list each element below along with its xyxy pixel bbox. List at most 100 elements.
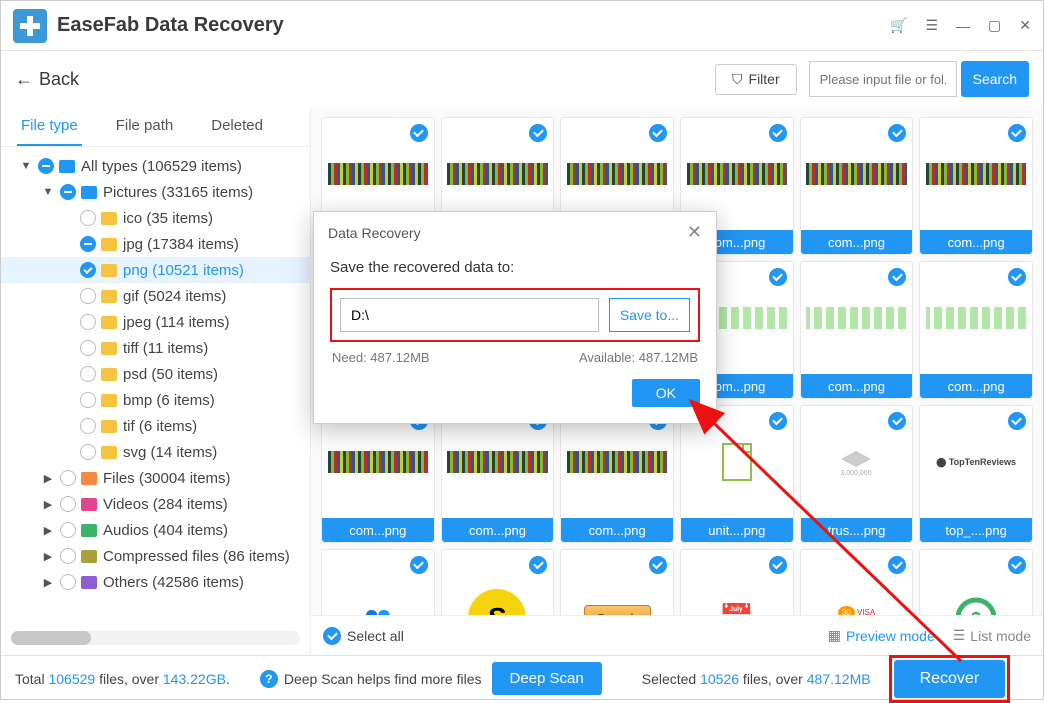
destination-row-highlight: Save to... — [330, 288, 700, 342]
thumbnail-item[interactable]: $ — [919, 549, 1033, 615]
checkbox-icon[interactable] — [60, 470, 76, 486]
folder-icon — [101, 264, 117, 277]
thumbnail-item[interactable]: 📅 — [680, 549, 794, 615]
tree-row-gif[interactable]: gif (5024 items) — [1, 283, 310, 309]
tree-row-pictures[interactable]: ▼Pictures (33165 items) — [1, 179, 310, 205]
thumbnail-item[interactable]: com...png — [321, 405, 435, 543]
preview-mode-button[interactable]: ▦Preview mode — [828, 627, 935, 644]
thumbnail-item[interactable]: ⬤ TopTenReviewstop_....png — [919, 405, 1033, 543]
destination-input[interactable] — [340, 298, 599, 332]
folder-icon — [101, 368, 117, 381]
status-bar: Total 106529 files, over 143.22GB. ? Dee… — [1, 655, 1043, 701]
checkbox-icon[interactable] — [80, 392, 96, 408]
checkbox-icon[interactable] — [80, 236, 96, 252]
search-input[interactable] — [809, 61, 957, 97]
checkbox-icon[interactable] — [80, 262, 96, 278]
tree-row-tiff[interactable]: tiff (11 items) — [1, 335, 310, 361]
tree-row-tif[interactable]: tif (6 items) — [1, 413, 310, 439]
tree-row-ico[interactable]: ico (35 items) — [1, 205, 310, 231]
check-icon[interactable] — [410, 124, 428, 142]
save-dialog: Data Recovery ✕ Save the recovered data … — [313, 211, 717, 424]
check-icon[interactable] — [649, 556, 667, 574]
tree-row-compressed[interactable]: ▶Compressed files (86 items) — [1, 543, 310, 569]
checkbox-icon[interactable] — [80, 288, 96, 304]
back-arrow-icon: ← — [15, 69, 33, 90]
list-icon[interactable]: ☰ — [925, 17, 938, 34]
check-icon[interactable] — [769, 124, 787, 142]
tree-row-png[interactable]: png (10521 items) — [1, 257, 310, 283]
select-all-toggle[interactable]: Select all — [323, 627, 404, 645]
checkbox-icon[interactable] — [38, 158, 54, 174]
thumbnail-item[interactable]: 👥 — [321, 549, 435, 615]
tab-file-type[interactable]: File type — [17, 107, 82, 146]
tree-row-svg[interactable]: svg (14 items) — [1, 439, 310, 465]
checkbox-icon[interactable] — [60, 574, 76, 590]
app-logo — [13, 9, 47, 43]
tab-file-path[interactable]: File path — [112, 107, 178, 146]
cart-icon[interactable]: 🛒 — [890, 17, 907, 34]
checkbox-icon[interactable] — [80, 340, 96, 356]
thumbnail-item[interactable]: S — [441, 549, 555, 615]
dialog-close-icon[interactable]: ✕ — [687, 222, 702, 243]
thumbnail-item[interactable]: com...png — [919, 261, 1033, 399]
checkbox-icon[interactable] — [80, 210, 96, 226]
list-mode-button[interactable]: ☰List mode — [953, 627, 1031, 644]
thumbnail-item[interactable]: Search — [560, 549, 674, 615]
check-icon[interactable] — [410, 556, 428, 574]
tree-row-psd[interactable]: psd (50 items) — [1, 361, 310, 387]
dialog-title: Data Recovery — [328, 225, 421, 241]
checkbox-icon[interactable] — [60, 548, 76, 564]
folder-icon — [81, 186, 97, 199]
minimize-icon[interactable]: — — [956, 18, 970, 34]
folder-icon — [101, 342, 117, 355]
folder-icon — [101, 290, 117, 303]
check-icon[interactable] — [1008, 268, 1026, 286]
check-icon[interactable] — [769, 268, 787, 286]
close-icon[interactable]: ✕ — [1019, 17, 1031, 34]
thumbnail-item[interactable]: 30 VISASECURED — [800, 549, 914, 615]
tree-row-jpeg[interactable]: jpeg (114 items) — [1, 309, 310, 335]
check-icon[interactable] — [1008, 124, 1026, 142]
back-button[interactable]: ← Back — [15, 69, 79, 90]
check-icon[interactable] — [769, 412, 787, 430]
check-icon[interactable] — [1008, 556, 1026, 574]
thumbnail-item[interactable]: com...png — [919, 117, 1033, 255]
thumbnail-item[interactable]: com...png — [800, 261, 914, 399]
tree-row-others[interactable]: ▶Others (42586 items) — [1, 569, 310, 595]
grid-icon: ▦ — [828, 627, 841, 644]
thumbnail-item[interactable]: 3,000,000trus....png — [800, 405, 914, 543]
tree-row-videos[interactable]: ▶Videos (284 items) — [1, 491, 310, 517]
check-icon — [323, 627, 341, 645]
recover-button[interactable]: Recover — [894, 660, 1006, 698]
checkbox-icon[interactable] — [60, 184, 76, 200]
thumbnail-item[interactable]: unit....png — [680, 405, 794, 543]
deep-scan-button[interactable]: Deep Scan — [492, 662, 602, 695]
folder-icon — [101, 316, 117, 329]
search-button[interactable]: Search — [961, 61, 1029, 97]
tree-row-all-types[interactable]: ▼All types (106529 items) — [1, 153, 310, 179]
maximize-icon[interactable]: ▢ — [988, 17, 1001, 34]
checkbox-icon[interactable] — [60, 522, 76, 538]
sidebar-scrollbar[interactable] — [11, 631, 300, 645]
thumbnail-item[interactable]: com...png — [560, 405, 674, 543]
thumbnail-item[interactable]: com...png — [441, 405, 555, 543]
tree-row-jpg[interactable]: jpg (17384 items) — [1, 231, 310, 257]
selected-label: Selected 10526 files, over 487.12MB — [642, 671, 871, 687]
checkbox-icon[interactable] — [80, 366, 96, 382]
tree-row-bmp[interactable]: bmp (6 items) — [1, 387, 310, 413]
app-title: EaseFab Data Recovery — [57, 14, 890, 37]
check-icon[interactable] — [769, 556, 787, 574]
tab-deleted[interactable]: Deleted — [207, 107, 267, 146]
check-icon[interactable] — [1008, 412, 1026, 430]
checkbox-icon[interactable] — [80, 418, 96, 434]
checkbox-icon[interactable] — [60, 496, 76, 512]
tree-row-audios[interactable]: ▶Audios (404 items) — [1, 517, 310, 543]
checkbox-icon[interactable] — [80, 314, 96, 330]
filter-button[interactable]: ⛉ Filter — [715, 64, 797, 95]
thumbnail-item[interactable]: com...png — [800, 117, 914, 255]
check-icon[interactable] — [649, 124, 667, 142]
tree-row-files[interactable]: ▶Files (30004 items) — [1, 465, 310, 491]
save-to-button[interactable]: Save to... — [609, 298, 690, 332]
checkbox-icon[interactable] — [80, 444, 96, 460]
ok-button[interactable]: OK — [632, 379, 700, 407]
